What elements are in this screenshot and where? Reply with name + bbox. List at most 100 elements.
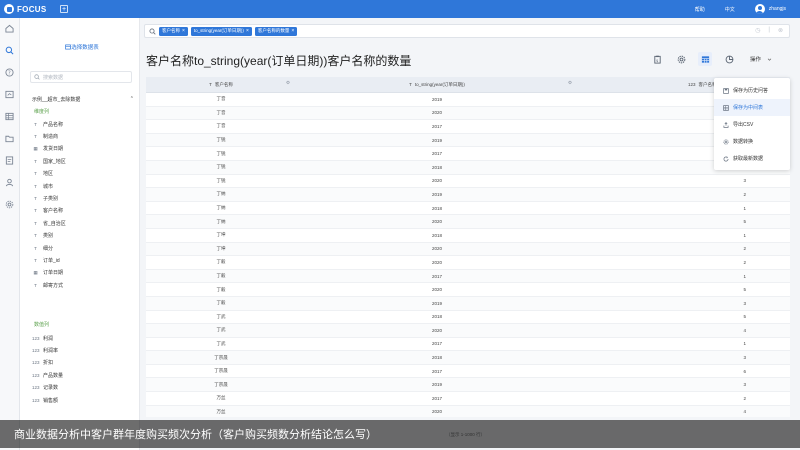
clear-icon[interactable]: ⊗ bbox=[778, 27, 783, 34]
table-cell: 2017 bbox=[431, 123, 442, 129]
field-label: 细分 bbox=[43, 245, 54, 252]
field-item[interactable]: T 制造商 bbox=[32, 130, 66, 142]
field-item[interactable]: ▦ 发货日期 bbox=[32, 143, 66, 155]
table-cell: 4 bbox=[743, 327, 746, 333]
field-type-icon: 123 bbox=[32, 397, 40, 403]
folder-icon[interactable] bbox=[5, 134, 14, 143]
operations-button[interactable]: 操作 bbox=[750, 55, 772, 63]
table-view-icon[interactable] bbox=[698, 52, 712, 66]
user-icon[interactable] bbox=[5, 178, 14, 187]
search-placeholder: 搜索数据 bbox=[43, 74, 64, 81]
table-cell: 2018 bbox=[431, 205, 442, 211]
field-item[interactable]: T 省_自治区 bbox=[32, 217, 66, 229]
dataset-header[interactable]: 示例__超市_去除数据 ⌃ bbox=[32, 96, 134, 103]
settings-icon[interactable] bbox=[5, 200, 14, 209]
query-search-bar[interactable]: 客户名称 × to_string(year(订单日期)) × 客户名称的数量 × ◷ … bbox=[144, 24, 790, 38]
table-row: 万丝 2020 4 bbox=[146, 405, 790, 417]
field-label: 订单_id bbox=[43, 257, 60, 264]
field-type-icon: T bbox=[34, 220, 37, 226]
menu-item-export-csv[interactable]: 导出CSV bbox=[714, 116, 790, 133]
field-type-icon: T bbox=[34, 171, 37, 177]
table-row: 丁宗晟 2019 3 bbox=[146, 378, 790, 393]
icon-rail: ? bbox=[0, 18, 20, 450]
language-switch[interactable]: 中文 bbox=[725, 6, 735, 13]
help-link[interactable]: 帮助 bbox=[695, 6, 705, 13]
field-item[interactable]: 123 利润 bbox=[32, 332, 63, 344]
pie-chart-icon[interactable] bbox=[722, 52, 736, 66]
remove-tag-icon[interactable]: × bbox=[291, 28, 294, 34]
table-icon[interactable] bbox=[5, 112, 14, 121]
menu-item-refresh-data[interactable]: 获取最新数据 bbox=[714, 150, 790, 167]
field-item[interactable]: T 邮寄方式 bbox=[32, 279, 66, 291]
task-icon[interactable] bbox=[5, 156, 14, 165]
field-label: 订单日期 bbox=[43, 270, 64, 277]
select-dataset-label: 选择数据表 bbox=[71, 44, 99, 51]
field-item[interactable]: T 客户名称 bbox=[32, 205, 66, 217]
menu-item-data-convert[interactable]: 数据转换 bbox=[714, 133, 790, 150]
select-dataset-button[interactable]: 选择数据表 bbox=[52, 40, 112, 53]
dashboard-icon[interactable] bbox=[5, 90, 14, 99]
table-row: 丁武 2017 1 bbox=[146, 338, 790, 352]
clipboard-icon[interactable]: $ bbox=[650, 52, 664, 66]
menu-item-save-history[interactable]: 保存为历史问答 bbox=[714, 82, 790, 99]
home-icon[interactable] bbox=[5, 24, 14, 33]
column-header-customer[interactable]: T 客户名称 ⚙ bbox=[146, 77, 296, 92]
table-cell: 1 bbox=[743, 232, 746, 238]
field-item[interactable]: 123 销售额 bbox=[32, 394, 63, 406]
field-item[interactable]: T 子类别 bbox=[32, 192, 66, 204]
column-settings-icon[interactable]: ⚙ bbox=[286, 80, 290, 86]
menu-item-save-intermediate-table[interactable]: 保存为中间表 bbox=[714, 99, 790, 116]
field-item[interactable]: 123 产品数量 bbox=[32, 369, 63, 381]
query-tag[interactable]: to_string(year(订单日期)) × bbox=[190, 26, 252, 36]
table-cell: 2019 bbox=[431, 137, 442, 143]
table-row: 丁音20192 bbox=[146, 93, 790, 107]
column-header-year[interactable]: T to_string(year(订单日期)) ⚙ bbox=[296, 77, 578, 92]
question-icon[interactable]: ? bbox=[5, 68, 14, 77]
table-cell: 3 bbox=[743, 382, 746, 388]
search-icon[interactable] bbox=[5, 46, 14, 55]
remove-tag-icon[interactable]: × bbox=[246, 28, 249, 34]
gear-icon[interactable] bbox=[674, 52, 688, 66]
field-item[interactable]: 123 记录数 bbox=[32, 382, 63, 394]
table-row: 丁坤 2020 2 bbox=[146, 242, 790, 257]
user-menu[interactable]: zhangjs bbox=[754, 4, 786, 14]
table-cell: 丁宗晟 bbox=[214, 354, 228, 360]
field-item[interactable]: T 产品名称 bbox=[32, 118, 66, 130]
remove-tag-icon[interactable]: × bbox=[182, 28, 185, 34]
table-cell: 2020 bbox=[431, 409, 442, 415]
table-cell: 丁锐 bbox=[216, 164, 226, 170]
field-item[interactable]: T 地区 bbox=[32, 168, 66, 180]
table-cell: 3 bbox=[743, 355, 746, 361]
query-tag[interactable]: 客户名称的数量 × bbox=[254, 26, 298, 36]
field-item[interactable]: T 国家_地区 bbox=[32, 155, 66, 167]
table-cell: 丁毅 bbox=[216, 300, 226, 306]
query-tag[interactable]: 客户名称 × bbox=[159, 26, 188, 36]
field-label: 销售额 bbox=[43, 397, 59, 404]
logo-text: FOCUS bbox=[17, 4, 47, 14]
table-row: 万丝 2017 2 bbox=[146, 392, 790, 406]
dataset-search-input[interactable]: 搜索数据 bbox=[30, 71, 132, 83]
svg-text:$: $ bbox=[656, 58, 658, 62]
history-icon[interactable]: ◷ bbox=[755, 27, 760, 34]
field-type-icon: 123 bbox=[32, 335, 40, 341]
field-type-icon: ▦ bbox=[33, 145, 38, 151]
table-cell: 万丝 bbox=[216, 395, 226, 401]
table-cell: 丁音 bbox=[216, 123, 226, 129]
table-cell: 丁坤 bbox=[216, 232, 226, 238]
field-item[interactable]: 123 利润率 bbox=[32, 344, 63, 356]
column-settings-icon[interactable]: ⚙ bbox=[568, 80, 572, 86]
field-item[interactable]: T 类别 bbox=[32, 230, 66, 242]
field-item[interactable]: ▦ 订单日期 bbox=[32, 267, 66, 279]
field-item[interactable]: T 订单_id bbox=[32, 254, 66, 266]
field-item[interactable]: 123 折扣 bbox=[32, 357, 63, 369]
field-item[interactable]: T 城市 bbox=[32, 180, 66, 192]
table-cell: 丁武 bbox=[216, 340, 226, 346]
collapse-icon[interactable]: ⌃ bbox=[130, 96, 134, 103]
table-row: 丁毅 2020 2 bbox=[146, 256, 790, 270]
table-cell: 2020 bbox=[431, 259, 442, 265]
export-icon bbox=[722, 121, 729, 128]
logo[interactable]: FOCUS bbox=[0, 4, 60, 14]
add-tab-button[interactable]: + bbox=[60, 5, 68, 13]
field-item[interactable]: T 细分 bbox=[32, 242, 66, 254]
field-type-icon: T bbox=[34, 183, 37, 189]
